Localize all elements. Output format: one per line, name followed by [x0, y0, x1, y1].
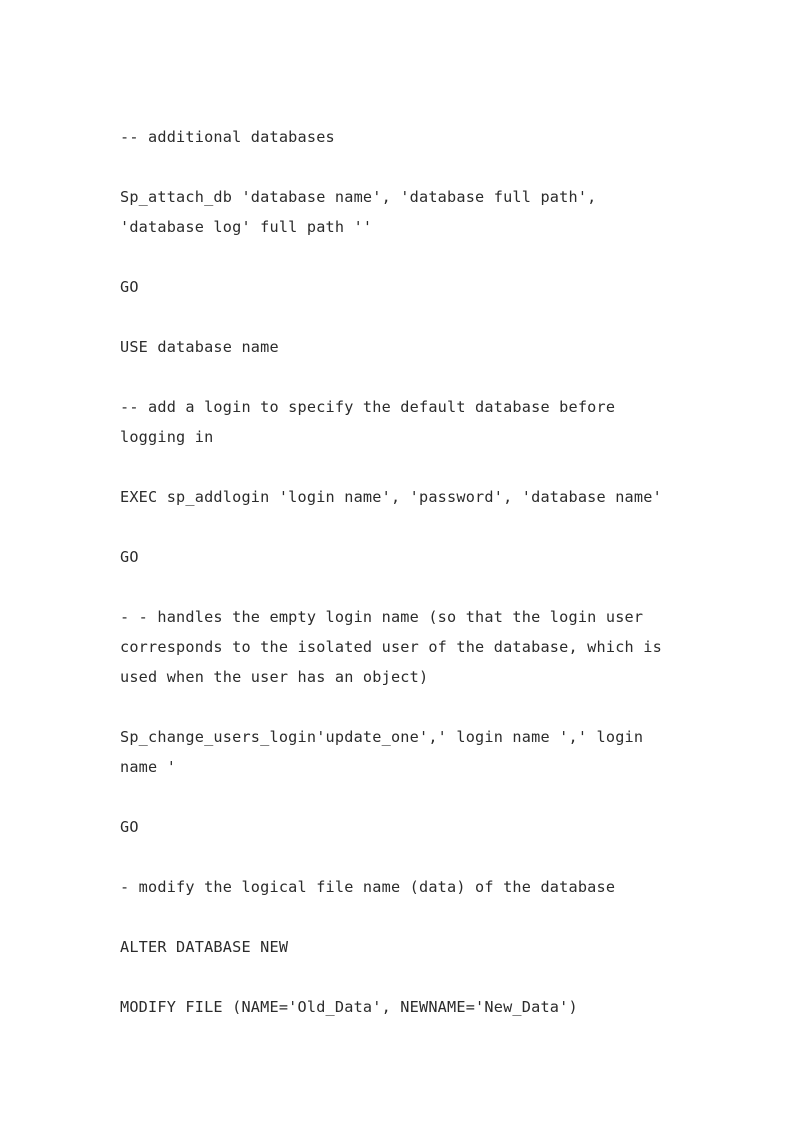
paragraph-comment-additional-databases: -- additional databases	[120, 128, 335, 146]
paragraph-sp-change-users-login: Sp_change_users_login'update_one',' logi…	[120, 728, 653, 776]
paragraph-go-3: GO	[120, 818, 139, 836]
paragraph-comment-modify-logical-name: - modify the logical file name (data) of…	[120, 878, 616, 896]
paragraph-modify-file: MODIFY FILE (NAME='Old_Data', NEWNAME='N…	[120, 998, 578, 1016]
paragraph-sp-attach-db: Sp_attach_db 'database name', 'database …	[120, 188, 606, 236]
paragraph-comment-handles-empty-login: - - handles the empty login name (so tha…	[120, 608, 672, 686]
paragraph-comment-add-login: -- add a login to specify the default da…	[120, 398, 625, 446]
paragraph-use-database: USE database name	[120, 338, 279, 356]
paragraph-go-2: GO	[120, 548, 139, 566]
document-text-body: -- additional databases Sp_attach_db 'da…	[120, 122, 672, 1022]
document-page: -- additional databases Sp_attach_db 'da…	[0, 0, 800, 1132]
paragraph-go-1: GO	[120, 278, 139, 296]
paragraph-exec-sp-addlogin: EXEC sp_addlogin 'login name', 'password…	[120, 488, 662, 506]
paragraph-alter-database: ALTER DATABASE NEW	[120, 938, 289, 956]
